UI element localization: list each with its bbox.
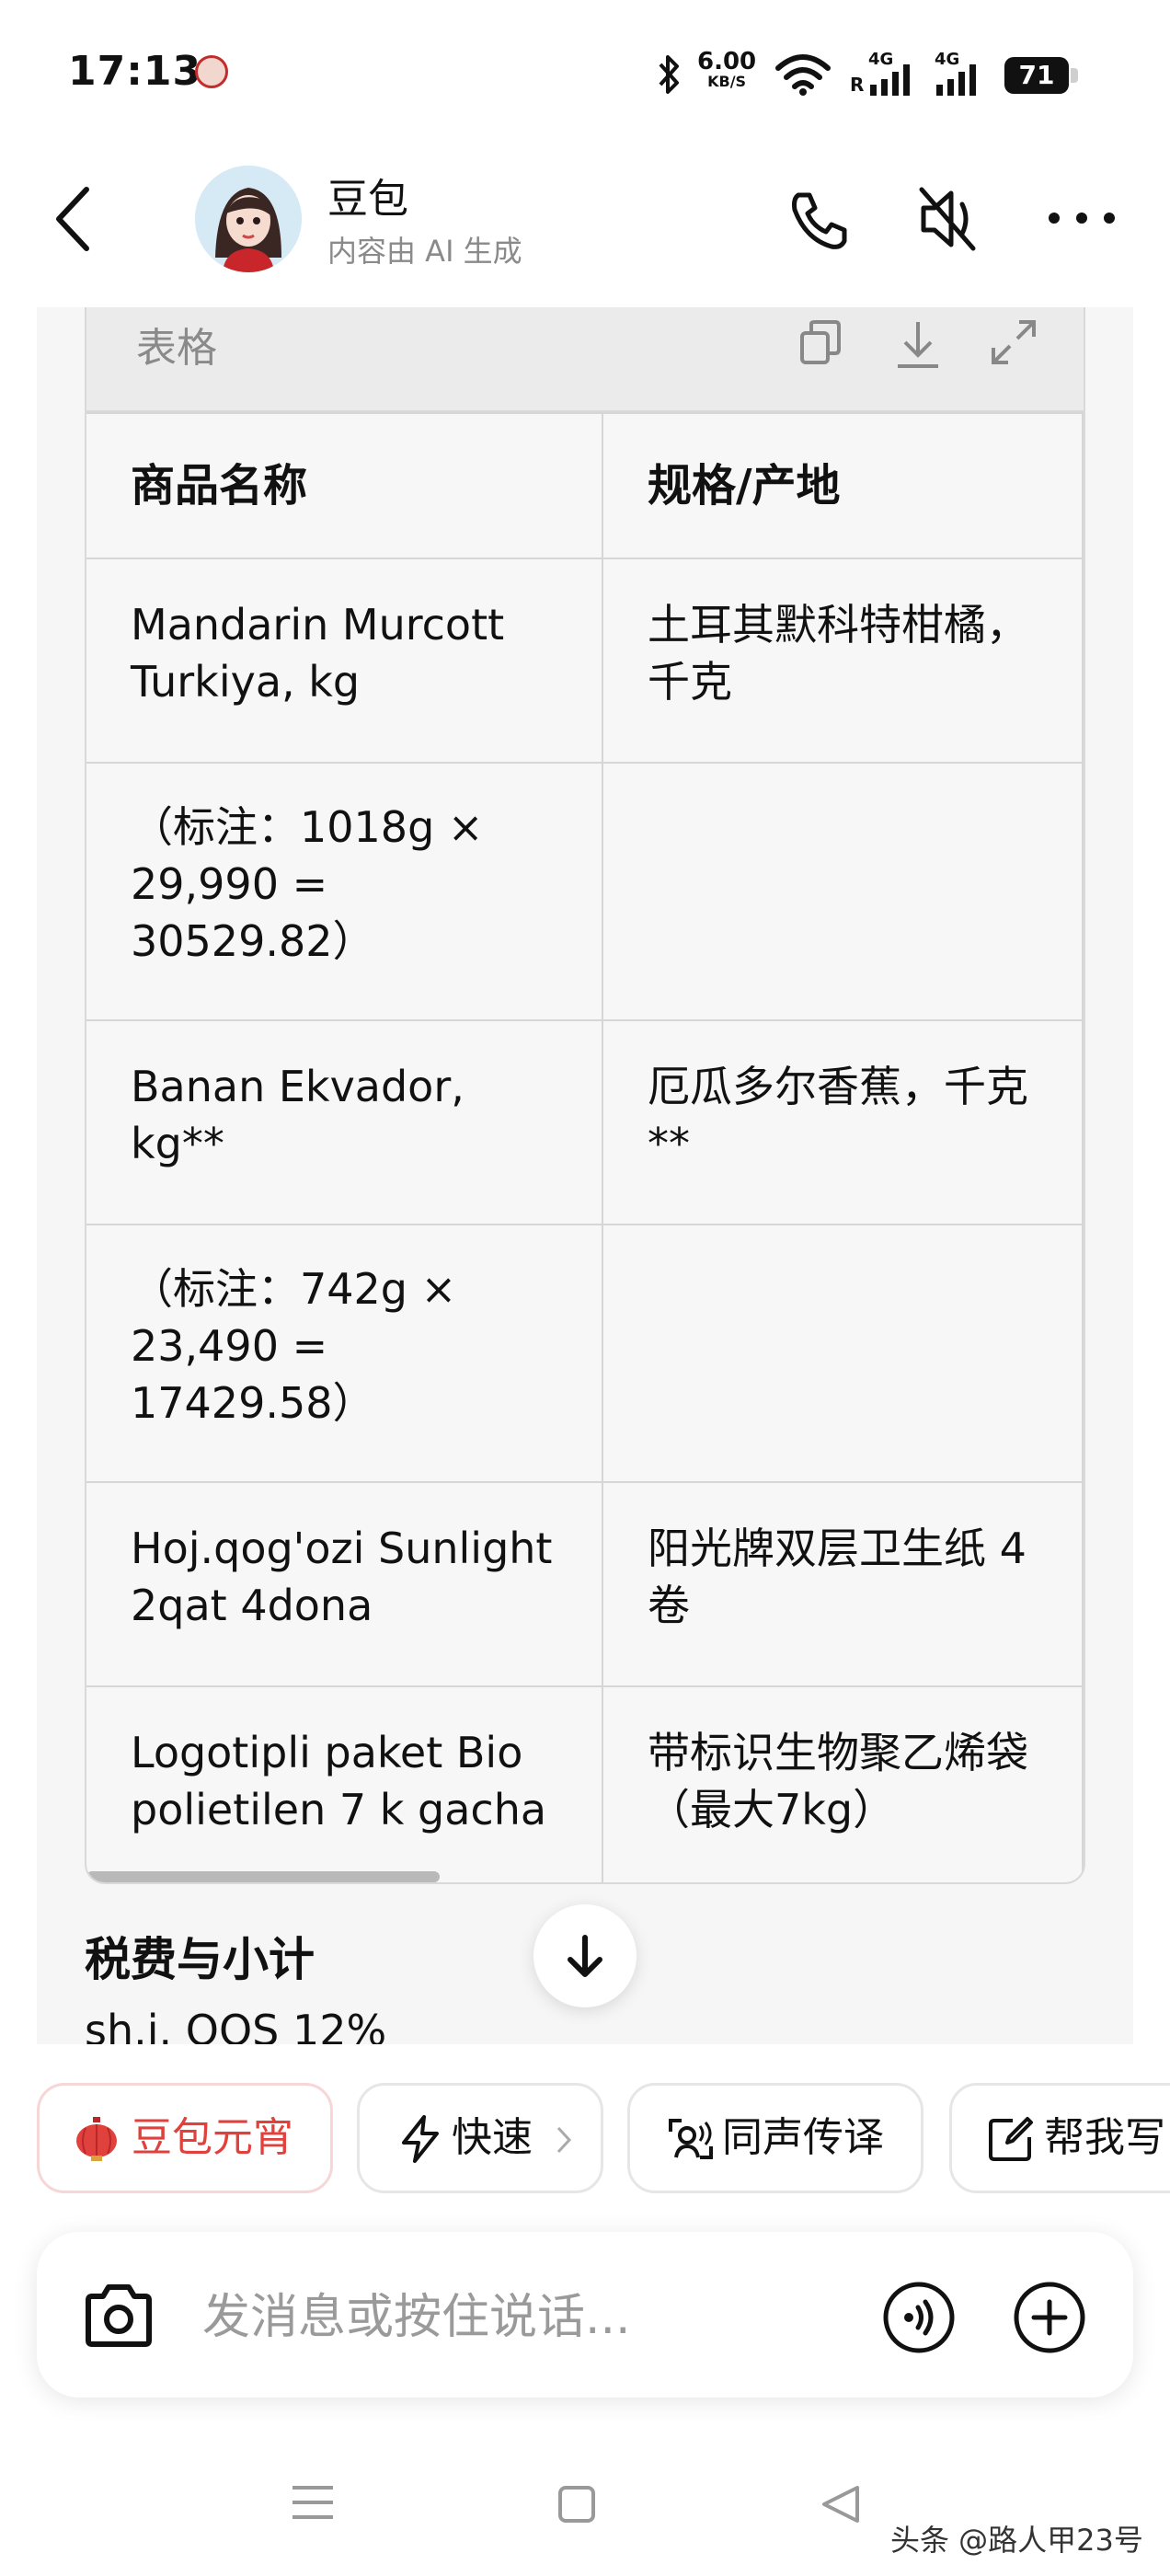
expand-icon[interactable] [986, 315, 1041, 370]
row-5-name-line-2: 2qat 4dona [131, 1581, 373, 1630]
row-2-spec-empty [602, 762, 1084, 1021]
chevron-right-icon [556, 2126, 572, 2154]
row-4-spec-empty [602, 1224, 1084, 1483]
row-3-spec-line-1: 厄瓜多尔香蕉，千克 [648, 1062, 1028, 1111]
edit-icon [989, 2117, 1033, 2161]
table-toolbar: 表格 [86, 307, 1084, 412]
plus-icon[interactable] [1012, 2280, 1087, 2355]
translate-icon [669, 2119, 713, 2159]
row-6-spec-line-1: 带标识生物聚乙烯袋 [648, 1728, 1028, 1777]
row-2-name-line-2: 29,990 = [131, 859, 328, 909]
bluetooth-icon [659, 55, 679, 94]
chip-simultaneous-translation[interactable]: 同声传译 [627, 2083, 923, 2193]
table-row: Mandarin Murcott Turkiya, kg 土耳其默科特柑橘， 千… [86, 558, 1084, 764]
section-title: 税费与小计 [85, 1933, 315, 1986]
watermark: 头条 @路人甲23号 [890, 2523, 1143, 2558]
chip-fast[interactable]: 快速 [357, 2083, 603, 2193]
row-3-name-line-1: Banan Ekvador, [131, 1062, 465, 1111]
row-5-name-line-1: Hoj.qog'ozi Sunlight [131, 1524, 553, 1573]
row-1-spec-line-2: 千克 [648, 657, 732, 707]
table-card: 表格 商品名称 规格/产地 Mandarin Murcott Turkiya, … [85, 307, 1085, 1884]
nav-back-icon[interactable] [820, 2484, 861, 2524]
chip-help-me-write[interactable]: 帮我写 [949, 2083, 1170, 2193]
row-2-name-line-1: （标注：1018g × [131, 802, 484, 852]
battery-icon: 71 [1004, 57, 1078, 94]
camera-icon[interactable] [81, 2283, 156, 2350]
row-4-name-line-3: 17429.58） [131, 1378, 375, 1428]
signal-r-label: R [850, 74, 865, 96]
table-row: （标注：742g × 23,490 = 17429.58） [86, 1224, 1084, 1483]
arrow-down-icon [568, 1935, 602, 1977]
nav-home-icon[interactable] [557, 2484, 596, 2524]
copy-icon[interactable] [793, 315, 848, 370]
net-speed-value: 6.00 [697, 48, 757, 75]
bot-name: 豆包 [327, 176, 408, 223]
bot-avatar[interactable] [195, 166, 302, 272]
status-time: 17:13 [68, 48, 202, 95]
row-3-name-line-2: kg** [131, 1119, 224, 1168]
table-header-row: 商品名称 规格/产地 [86, 412, 1084, 559]
row-4-name-line-1: （标注：742g × [131, 1264, 457, 1314]
row-1-name-line-2: Turkiya, kg [131, 657, 361, 707]
row-4-name-line-2: 23,490 = [131, 1321, 328, 1371]
more-options-icon[interactable] [1047, 204, 1117, 232]
signal-1-icon [870, 64, 910, 96]
header-spec-origin: 规格/产地 [602, 412, 1084, 559]
header-product-name: 商品名称 [86, 412, 603, 559]
table-horizontal-scrollbar[interactable] [86, 1871, 440, 1882]
voice-call-icon[interactable] [881, 2280, 957, 2355]
chip-2-label: 快速 [452, 2114, 533, 2161]
row-1-name-line-1: Mandarin Murcott [131, 600, 505, 650]
message-input[interactable] [202, 2285, 846, 2350]
lantern-icon [76, 2117, 117, 2161]
nav-menu-icon[interactable] [291, 2482, 335, 2523]
table-row: Logotipli paket Bio polietilen 7 k gacha… [86, 1685, 1084, 1882]
notification-avatar-icon [195, 55, 228, 88]
chip-1-label: 豆包元宵 [132, 2114, 293, 2161]
table-toolbar-title: 表格 [136, 325, 217, 372]
back-arrow-icon[interactable] [52, 184, 96, 254]
row-1-spec-line-1: 土耳其默科特柑橘， [648, 600, 1028, 650]
row-5-spec-line-1: 阳光牌双层卫生纸 4 [648, 1524, 1027, 1573]
net-speed-unit: KB/S [707, 73, 747, 90]
net-speed: 6.00 KB/S [697, 50, 756, 90]
chat-content[interactable]: 表格 商品名称 规格/产地 Mandarin Murcott Turkiya, … [37, 307, 1133, 2044]
scroll-to-bottom-button[interactable] [533, 1904, 637, 2007]
row-3-spec-line-2: ** [648, 1119, 690, 1168]
row-2-name-line-3: 30529.82） [131, 916, 375, 966]
download-icon[interactable] [890, 316, 946, 372]
section-partial-line: sh.i. QQS 12% [85, 2006, 387, 2044]
phone-call-icon[interactable] [786, 188, 852, 254]
row-6-name-line-1: Logotipli paket Bio [131, 1728, 523, 1777]
chip-3-label: 同声传译 [722, 2114, 884, 2161]
row-6-spec-line-2: （最大7kg） [648, 1785, 896, 1834]
speaker-mute-icon[interactable] [914, 184, 981, 254]
wifi-icon [775, 54, 831, 96]
product-table: 商品名称 规格/产地 Mandarin Murcott Turkiya, kg … [86, 412, 1084, 1882]
lightning-icon [402, 2115, 439, 2163]
row-6-name-line-2: polietilen 7 k gacha [131, 1785, 547, 1834]
chip-doubao-lantern[interactable]: 豆包元宵 [37, 2083, 333, 2193]
battery-level: 71 [1004, 57, 1069, 94]
table-row: Hoj.qog'ozi Sunlight 2qat 4dona 阳光牌双层卫生纸… [86, 1481, 1084, 1687]
table-row: （标注：1018g × 29,990 = 30529.82） [86, 762, 1084, 1021]
chip-4-label: 帮我写 [1044, 2114, 1165, 2161]
table-row: Banan Ekvador, kg** 厄瓜多尔香蕉，千克 ** [86, 1019, 1084, 1225]
ai-disclaimer: 内容由 AI 生成 [327, 234, 522, 269]
row-5-spec-line-2: 卷 [648, 1581, 690, 1630]
signal-2-icon [936, 64, 976, 96]
